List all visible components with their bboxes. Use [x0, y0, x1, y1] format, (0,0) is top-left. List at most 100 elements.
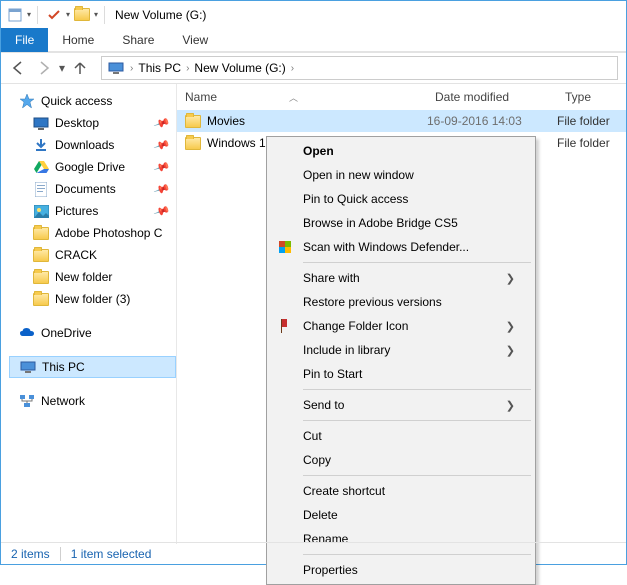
- tab-share[interactable]: Share: [108, 28, 168, 52]
- chevron-down-icon[interactable]: ▾: [66, 10, 70, 19]
- sidebar-item[interactable]: New folder (3): [9, 288, 176, 310]
- menu-label: Delete: [303, 508, 338, 522]
- checkmark-icon[interactable]: [44, 4, 64, 26]
- pin-icon: 📌: [153, 136, 171, 154]
- chevron-down-icon[interactable]: ▾: [94, 10, 98, 19]
- file-type: File folder: [557, 136, 626, 150]
- properties-icon[interactable]: [5, 4, 25, 26]
- address-bar[interactable]: › This PC › New Volume (G:) ›: [101, 56, 618, 80]
- menu-label: Include in library: [303, 343, 390, 357]
- menu-item[interactable]: Share with❯: [269, 266, 533, 290]
- menu-label: Create shortcut: [303, 484, 385, 498]
- tab-home[interactable]: Home: [48, 28, 108, 52]
- column-date[interactable]: Date modified: [427, 90, 557, 104]
- menu-label: Properties: [303, 563, 358, 577]
- breadcrumb-segment[interactable]: This PC: [135, 57, 184, 79]
- sidebar-item[interactable]: Downloads📌: [9, 134, 176, 156]
- quick-access-group[interactable]: Quick access: [9, 90, 176, 112]
- breadcrumb-segment[interactable]: New Volume (G:): [191, 57, 288, 79]
- file-name: Movies: [207, 114, 245, 128]
- folder-icon: [33, 159, 49, 175]
- menu-item[interactable]: Pin to Start: [269, 362, 533, 386]
- tree-label: OneDrive: [41, 326, 92, 340]
- menu-item[interactable]: Open in new window: [269, 163, 533, 187]
- menu-label: Open: [303, 144, 334, 158]
- table-row[interactable]: Movies16-09-2016 14:03File folder: [177, 110, 626, 132]
- network-item[interactable]: Network: [9, 390, 176, 412]
- folder-icon: [72, 4, 92, 26]
- menu-label: Browse in Adobe Bridge CS5: [303, 216, 458, 230]
- menu-separator: [303, 389, 531, 390]
- sort-indicator: ︿: [289, 93, 298, 103]
- menu-item[interactable]: Cut: [269, 424, 533, 448]
- tree-label: New folder (3): [55, 292, 130, 306]
- menu-item[interactable]: Include in library❯: [269, 338, 533, 362]
- onedrive-item[interactable]: OneDrive: [9, 322, 176, 344]
- sidebar-item[interactable]: New folder: [9, 266, 176, 288]
- shield-icon: [277, 239, 293, 255]
- tree-label: Quick access: [41, 94, 112, 108]
- file-tab[interactable]: File: [1, 28, 48, 52]
- folder-icon: [33, 203, 49, 219]
- this-pc-item[interactable]: This PC: [9, 356, 176, 378]
- file-date: 16-09-2016 14:03: [427, 114, 557, 128]
- folder-icon: [33, 269, 49, 285]
- sidebar-item[interactable]: Google Drive 📌: [9, 156, 176, 178]
- caret-icon[interactable]: ›: [289, 63, 296, 74]
- quick-access-toolbar: ▾ ▾ ▾: [5, 4, 109, 26]
- status-bar: 2 items 1 item selected: [1, 542, 626, 564]
- menu-item[interactable]: Send to❯: [269, 393, 533, 417]
- menu-label: Scan with Windows Defender...: [303, 240, 469, 254]
- redflag-icon: [277, 318, 293, 334]
- menu-item[interactable]: Delete: [269, 503, 533, 527]
- menu-item[interactable]: Change Folder Icon❯: [269, 314, 533, 338]
- forward-button[interactable]: [33, 57, 55, 79]
- chevron-down-icon[interactable]: ▾: [27, 10, 31, 19]
- chevron-right-icon: ❯: [506, 272, 515, 285]
- recent-dropdown[interactable]: ▾: [59, 61, 65, 75]
- column-type[interactable]: Type: [557, 90, 626, 104]
- monitor-icon: [20, 359, 36, 375]
- folder-icon: [33, 225, 49, 241]
- pin-icon: 📌: [153, 114, 171, 132]
- window-title: New Volume (G:): [115, 8, 206, 22]
- file-name: Windows 1: [207, 136, 266, 150]
- menu-item[interactable]: Pin to Quick access: [269, 187, 533, 211]
- selection-count: 1 item selected: [71, 547, 152, 561]
- tree-label: Documents: [55, 182, 116, 196]
- tree-label: Google Drive: [55, 160, 125, 174]
- sidebar-item[interactable]: Documents📌: [9, 178, 176, 200]
- back-button[interactable]: [7, 57, 29, 79]
- caret-icon[interactable]: ›: [184, 63, 191, 74]
- menu-item[interactable]: Copy: [269, 448, 533, 472]
- caret-icon[interactable]: ›: [128, 63, 135, 74]
- sidebar-item[interactable]: Pictures📌: [9, 200, 176, 222]
- menu-item[interactable]: Browse in Adobe Bridge CS5: [269, 211, 533, 235]
- tab-view[interactable]: View: [168, 28, 222, 52]
- pin-icon: 📌: [153, 158, 171, 176]
- menu-label: Restore previous versions: [303, 295, 442, 309]
- tree-label: Network: [41, 394, 85, 408]
- sidebar-item[interactable]: CRACK: [9, 244, 176, 266]
- menu-item[interactable]: Create shortcut: [269, 479, 533, 503]
- column-name[interactable]: Name︿: [177, 90, 427, 104]
- up-button[interactable]: [69, 57, 91, 79]
- folder-icon: [33, 181, 49, 197]
- sidebar-item[interactable]: Desktop📌: [9, 112, 176, 134]
- menu-label: Cut: [303, 429, 322, 443]
- star-icon: [19, 93, 35, 109]
- tree-label: CRACK: [55, 248, 97, 262]
- item-count: 2 items: [11, 547, 50, 561]
- folder-icon: [33, 291, 49, 307]
- folder-icon: [33, 137, 49, 153]
- pin-icon: 📌: [153, 202, 171, 220]
- menu-label: Copy: [303, 453, 331, 467]
- menu-item[interactable]: Scan with Windows Defender...: [269, 235, 533, 259]
- menu-item[interactable]: Open: [269, 139, 533, 163]
- folder-icon: [33, 115, 49, 131]
- sidebar-item[interactable]: Adobe Photoshop C: [9, 222, 176, 244]
- menu-item[interactable]: Restore previous versions: [269, 290, 533, 314]
- navigation-pane: Quick access Desktop📌Downloads📌Google Dr…: [1, 84, 177, 544]
- chevron-right-icon: ❯: [506, 399, 515, 412]
- network-icon: [19, 393, 35, 409]
